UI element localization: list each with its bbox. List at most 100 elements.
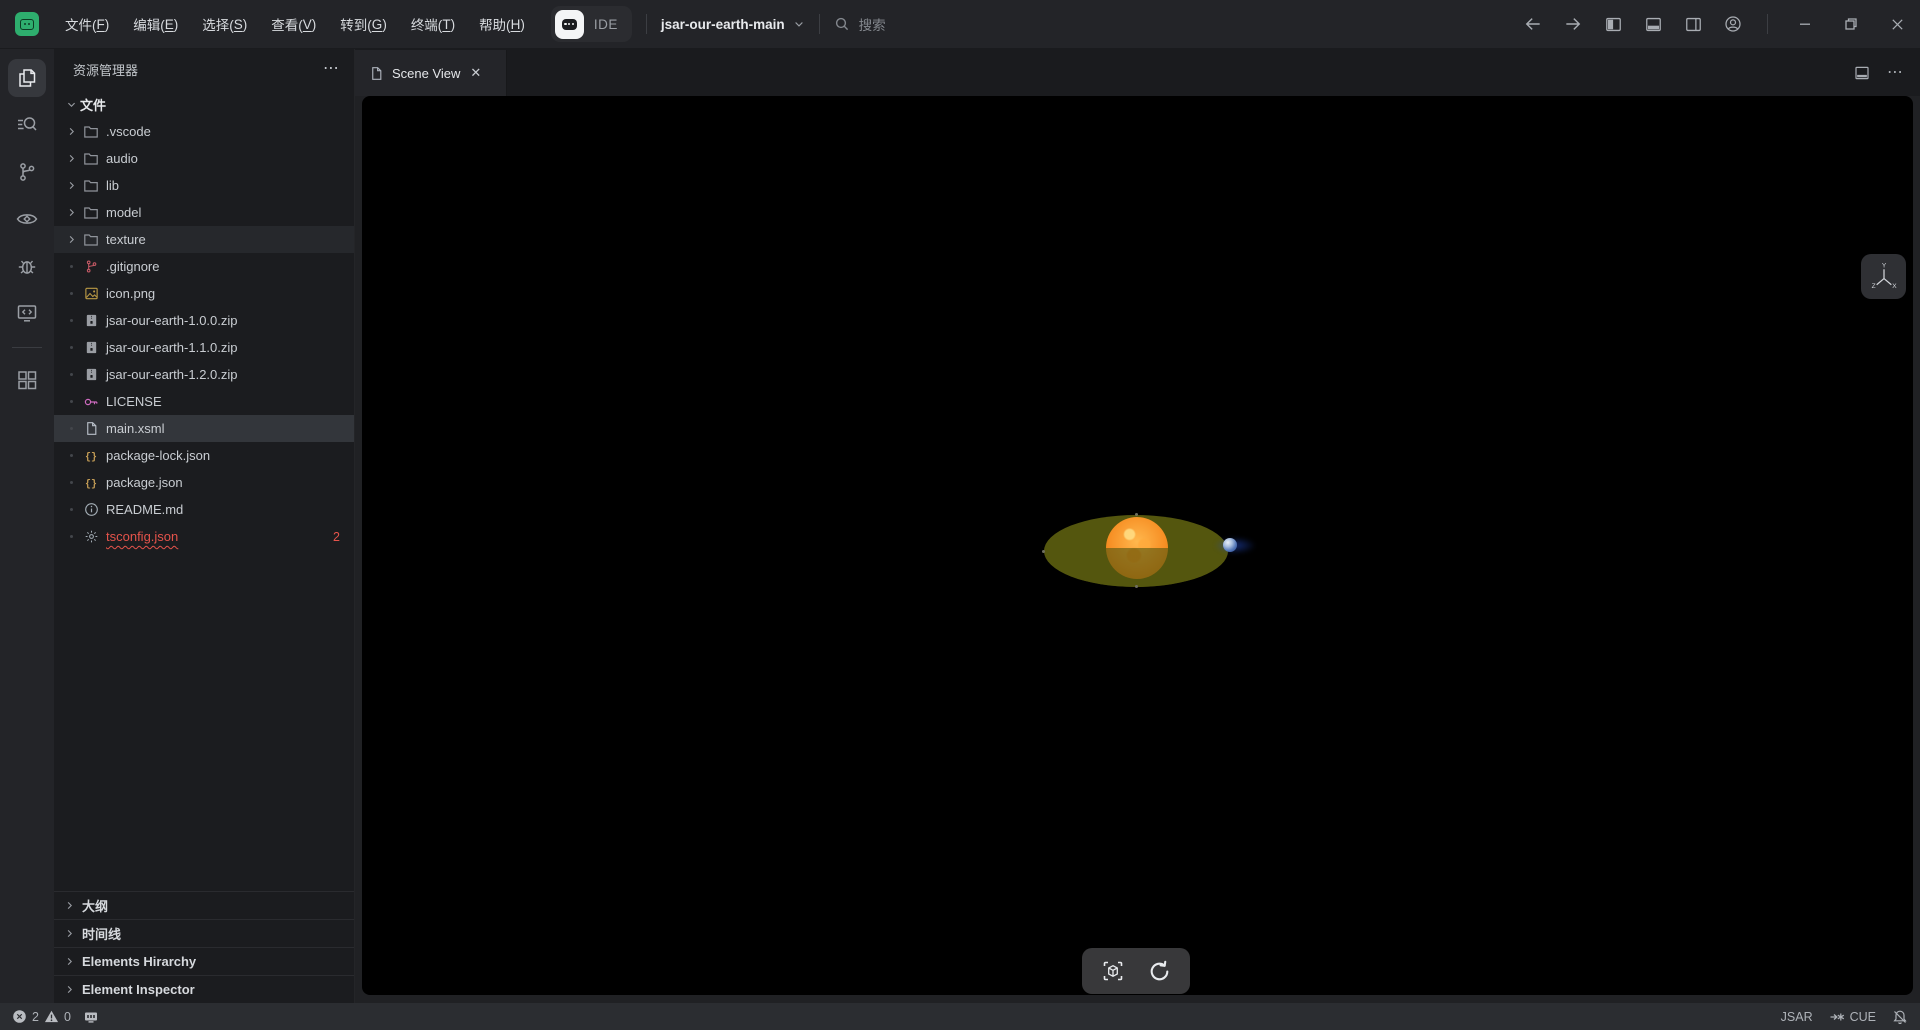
- sidebar-section-elements-hirarchy[interactable]: Elements Hirarchy: [54, 947, 354, 975]
- tree-item-.gitignore[interactable]: .gitignore: [54, 253, 354, 280]
- notifications-muted-icon[interactable]: [1892, 1009, 1908, 1025]
- chevron-right-icon: [62, 126, 80, 137]
- search-placeholder: 搜索: [859, 14, 886, 34]
- root-folder-label: 文件: [80, 95, 106, 114]
- tree-item-package-lock.json[interactable]: {}package-lock.json: [54, 442, 354, 469]
- window-restore-button[interactable]: [1828, 0, 1874, 48]
- frame-object-button[interactable]: [1101, 959, 1125, 983]
- folder-icon: [80, 205, 102, 221]
- json-icon: {}: [80, 475, 102, 491]
- git-icon: [80, 259, 102, 274]
- chevron-right-icon: [62, 207, 80, 218]
- activity-bar-item-source-control[interactable]: [8, 153, 46, 191]
- tree-item-icon.png[interactable]: icon.png: [54, 280, 354, 307]
- chevron-right-icon: [62, 180, 80, 191]
- tree-item-.vscode[interactable]: .vscode: [54, 118, 354, 145]
- tree-item-package.json[interactable]: {}package.json: [54, 469, 354, 496]
- activity-bar-item-search[interactable]: [8, 106, 46, 144]
- orbit-handle-top: [1135, 513, 1138, 516]
- titlebar-separator: [646, 14, 647, 34]
- menu-item[interactable]: 选择(S): [190, 0, 259, 48]
- error-icon: [12, 1009, 27, 1024]
- tree-item-main.xsml[interactable]: main.xsml: [54, 415, 354, 442]
- tree-indent-dot: [62, 373, 80, 376]
- file-name: audio: [106, 151, 138, 166]
- earth-sphere[interactable]: [1223, 538, 1237, 552]
- scene-view-canvas[interactable]: Y Z X: [362, 96, 1913, 995]
- menu-item[interactable]: 编辑(E): [121, 0, 190, 48]
- ports-indicator[interactable]: [83, 1009, 99, 1025]
- account-button[interactable]: [1713, 0, 1753, 48]
- toggle-panel-button[interactable]: [1633, 0, 1673, 48]
- tab-scene-view[interactable]: Scene View ✕: [355, 50, 507, 96]
- image-icon: [80, 286, 102, 301]
- tree-item-audio[interactable]: audio: [54, 145, 354, 172]
- section-label: Element Inspector: [82, 982, 195, 997]
- sidebar-section-大纲[interactable]: 大纲: [54, 891, 354, 919]
- grid-icon: [15, 368, 39, 392]
- refresh-button[interactable]: [1147, 959, 1172, 984]
- app-logo-icon: [15, 12, 39, 36]
- chevron-right-icon: [64, 928, 75, 939]
- ide-window: 文件(F)编辑(E)选择(S)查看(V)转到(G)终端(T)帮助(H) IDE …: [0, 0, 1920, 1030]
- toggle-sidebar-right-button[interactable]: [1673, 0, 1713, 48]
- tree-item-LICENSE[interactable]: LICENSE: [54, 388, 354, 415]
- tree-indent-dot: [62, 400, 80, 403]
- tree-item-README.md[interactable]: README.md: [54, 496, 354, 523]
- sidebar-sections: 大纲时间线Elements Hirarchy Element Inspector: [54, 891, 354, 1003]
- activity-bar-item-runner[interactable]: [8, 294, 46, 332]
- nav-back-button[interactable]: [1513, 0, 1553, 48]
- titlebar-separator: [819, 14, 820, 34]
- tree-indent-dot: [62, 319, 80, 322]
- orbit-handle-left: [1042, 550, 1045, 553]
- svg-text:{}: {}: [85, 451, 97, 463]
- menu-item[interactable]: 帮助(H): [467, 0, 537, 48]
- tree-item-texture[interactable]: texture: [54, 226, 354, 253]
- activity-bar-item-extensions[interactable]: [8, 361, 46, 399]
- tree-item-lib[interactable]: lib: [54, 172, 354, 199]
- sidebar-section-element-inspector[interactable]: Element Inspector: [54, 975, 354, 1003]
- folder-icon: [80, 178, 102, 194]
- chevron-right-icon: [64, 984, 75, 995]
- svg-text:Z: Z: [1871, 283, 1875, 290]
- sidebar-section-时间线[interactable]: 时间线: [54, 919, 354, 947]
- problems-indicator[interactable]: 2 0: [12, 1009, 71, 1024]
- tab-close-icon[interactable]: ✕: [470, 65, 481, 81]
- file-icon: [369, 66, 384, 81]
- cue-status[interactable]: CUE: [1829, 1009, 1876, 1025]
- project-switcher[interactable]: jsar-our-earth-main: [661, 17, 805, 32]
- tree-indent-dot: [62, 481, 80, 484]
- toggle-sidebar-left-button[interactable]: [1593, 0, 1633, 48]
- window-close-button[interactable]: [1874, 0, 1920, 48]
- ide-mode-badge[interactable]: IDE: [551, 6, 632, 42]
- split-editor-button[interactable]: [1853, 64, 1871, 82]
- menu-item[interactable]: 查看(V): [259, 0, 328, 48]
- titlebar-controls: [1513, 0, 1920, 48]
- tree-item-model[interactable]: model: [54, 199, 354, 226]
- global-search[interactable]: 搜索: [834, 14, 886, 34]
- runtime-status[interactable]: JSAR: [1781, 1010, 1813, 1024]
- menu-item[interactable]: 文件(F): [53, 0, 121, 48]
- tree-item-jsar-our-earth-1.0.0.zip[interactable]: jsar-our-earth-1.0.0.zip: [54, 307, 354, 334]
- menu-item[interactable]: 转到(G): [328, 0, 399, 48]
- axes-gizmo-button[interactable]: Y Z X: [1861, 254, 1906, 299]
- tree-item-jsar-our-earth-1.2.0.zip[interactable]: jsar-our-earth-1.2.0.zip: [54, 361, 354, 388]
- activity-bar-item-debug[interactable]: [8, 247, 46, 285]
- scene-toolbar: [1082, 948, 1190, 994]
- scene-view-container: Y Z X: [355, 96, 1920, 1003]
- activity-bar-item-preview[interactable]: [8, 200, 46, 238]
- tree-indent-dot: [62, 292, 80, 295]
- tree-item-jsar-our-earth-1.1.0.zip[interactable]: jsar-our-earth-1.1.0.zip: [54, 334, 354, 361]
- ports-icon: [83, 1009, 99, 1025]
- sidebar-more-actions-button[interactable]: ⋯: [323, 64, 340, 74]
- ide-face-icon: [555, 10, 584, 39]
- editor-more-actions-button[interactable]: ⋯: [1887, 68, 1904, 78]
- nav-forward-button[interactable]: [1553, 0, 1593, 48]
- file-name: LICENSE: [106, 394, 162, 409]
- activity-bar-item-explorer[interactable]: [8, 59, 46, 97]
- tree-item-tsconfig.json[interactable]: tsconfig.json2: [54, 523, 354, 550]
- menu-item[interactable]: 终端(T): [399, 0, 467, 48]
- tree-root-folder[interactable]: 文件: [54, 91, 354, 118]
- svg-text:{}: {}: [85, 478, 97, 490]
- window-minimize-button[interactable]: [1782, 0, 1828, 48]
